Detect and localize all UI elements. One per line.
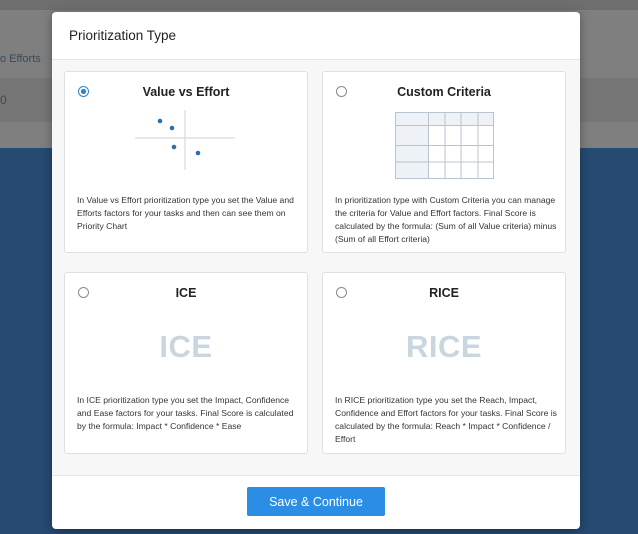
- option-description: In RICE prioritization type you set the …: [335, 395, 557, 444]
- background-efforts-label: o Efforts: [0, 53, 41, 65]
- option-title: RICE: [429, 286, 459, 300]
- chart-dot: [171, 144, 177, 150]
- prioritization-type-dialog: Prioritization Type Value vs Effort In V…: [52, 12, 580, 529]
- save-and-continue-button[interactable]: Save & Continue: [247, 487, 385, 516]
- footer-divider: [52, 475, 580, 476]
- grid-table-icon: [395, 112, 494, 179]
- chart-dot: [157, 118, 163, 124]
- option-title: ICE: [175, 286, 197, 300]
- background-topbar: [0, 0, 638, 10]
- option-title: Value vs Effort: [142, 85, 230, 99]
- option-description: In prioritization type with Custom Crite…: [335, 195, 557, 244]
- chart-dot: [195, 150, 201, 156]
- option-value-vs-effort[interactable]: Value vs Effort In Value vs Effort prior…: [64, 71, 308, 253]
- option-description: In ICE prioritization type you set the I…: [77, 395, 294, 431]
- dialog-title: Prioritization Type: [69, 28, 177, 43]
- options-container: Value vs Effort In Value vs Effort prior…: [52, 60, 580, 476]
- scatter-quadrant-icon: [135, 110, 235, 170]
- option-custom-criteria[interactable]: Custom Criteria In prioritization type w…: [322, 71, 566, 253]
- ice-illustration-text: ICE: [159, 329, 213, 364]
- chart-dot: [169, 125, 175, 131]
- background-value: 0: [0, 93, 7, 107]
- rice-illustration-text: RICE: [405, 329, 483, 364]
- option-rice[interactable]: RICE RICE In RICE prioritization type yo…: [322, 272, 566, 454]
- option-description: In Value vs Effort prioritization type y…: [77, 195, 294, 231]
- option-ice[interactable]: ICE ICE In ICE prioritization type you s…: [64, 272, 308, 454]
- option-title: Custom Criteria: [397, 85, 491, 99]
